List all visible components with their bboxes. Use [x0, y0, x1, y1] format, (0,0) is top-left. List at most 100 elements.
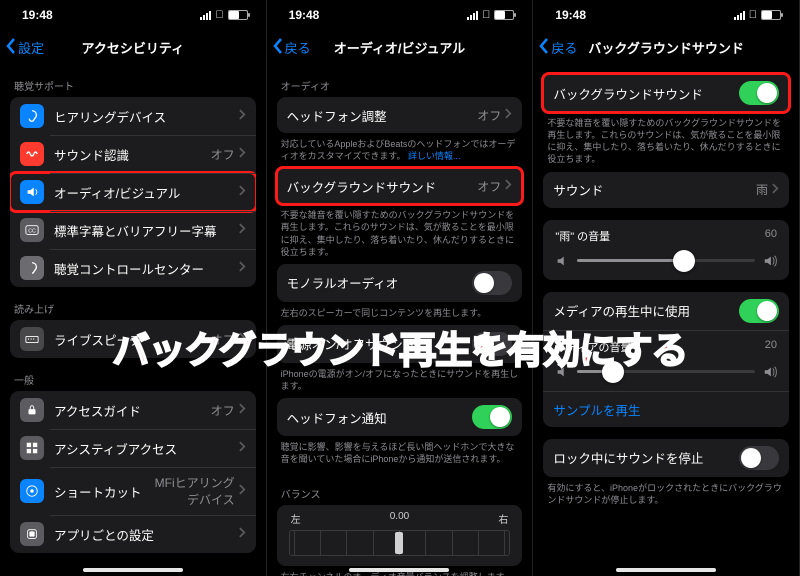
status-right: 􀙇 — [200, 9, 247, 21]
panel-audio-visual: 19:48 􀙇 戻る オーディオ/ビジュアル オーディオ ヘッドフォン調整 オフ… — [267, 0, 534, 576]
panel-background-sound: 19:48 􀙇 戻る バックグラウンドサウンド バックグラウンドサウンド 不要な… — [533, 0, 800, 576]
row-sample-play[interactable]: サンプルを再生 — [543, 391, 789, 427]
chevron-right-icon — [239, 145, 246, 163]
row-value: オフ — [211, 331, 235, 348]
volume-low-icon — [555, 365, 569, 379]
signal-icon — [200, 11, 211, 20]
home-indicator[interactable] — [616, 568, 716, 572]
back-button[interactable]: 戻る — [539, 38, 577, 57]
toggle-bgsound-master[interactable] — [739, 81, 779, 105]
ear-icon — [20, 104, 44, 128]
row-label: 聴覚コントロールセンター — [54, 259, 239, 278]
chevron-left-icon — [273, 38, 283, 57]
home-indicator[interactable] — [349, 568, 449, 572]
signal-icon — [734, 11, 745, 20]
back-label: 設定 — [18, 38, 44, 57]
row-label: ヒアリングデバイス — [54, 107, 239, 126]
row-label: アシスティブアクセス — [54, 439, 239, 458]
chevron-right-icon — [239, 525, 246, 543]
balance-left: 左 — [291, 511, 301, 526]
section-speech: 読み上げ — [0, 287, 266, 320]
chevron-right-icon — [239, 482, 246, 500]
balance-knob[interactable] — [395, 532, 403, 554]
status-time: 19:48 — [555, 8, 586, 22]
row-label: ロック中にサウンドを停止 — [553, 448, 739, 467]
row-media-use: メディアの再生中に使用 — [543, 292, 789, 330]
volume-slider[interactable] — [555, 254, 777, 268]
row-サウンド認識[interactable]: サウンド認識オフ — [10, 135, 256, 173]
toggle-media-use[interactable] — [739, 299, 779, 323]
row-アプリごとの設定[interactable]: アプリごとの設定 — [10, 515, 256, 553]
toggle-headphone-notify[interactable] — [472, 405, 512, 429]
footer-bgsound: 不要な雑音を覆い隠すためのバックグラウンドサウンドを再生します。これらのサウンド… — [267, 204, 533, 264]
chevron-right-icon — [239, 330, 246, 348]
row-bgsound-master: バックグラウンドサウンド — [543, 74, 789, 112]
toggle-power[interactable] — [472, 332, 512, 356]
back-label: 戻る — [551, 38, 577, 57]
section-balance: バランス — [267, 472, 533, 505]
toggle-stop-on-lock[interactable] — [739, 446, 779, 470]
status-bar: 19:48 􀙇 — [0, 0, 266, 30]
row-オーディオ/ビジュアル[interactable]: オーディオ/ビジュアル — [10, 173, 256, 211]
row-label: 電源オン/オフサウンド — [287, 334, 473, 353]
row-label: ヘッドフォン通知 — [287, 408, 473, 427]
status-bar: 19:48 􀙇 — [533, 0, 799, 30]
row-background-sound[interactable]: バックグラウンドサウンド オフ — [277, 168, 523, 204]
media-volume-slider[interactable] — [555, 365, 777, 379]
balance-slider[interactable] — [289, 530, 511, 556]
row-聴覚コントロールセンター[interactable]: 聴覚コントロールセンター — [10, 249, 256, 287]
row-標準字幕とバリアフリー字幕[interactable]: CC標準字幕とバリアフリー字幕 — [10, 211, 256, 249]
signal-icon — [467, 11, 478, 20]
home-indicator[interactable] — [83, 568, 183, 572]
row-value: オフ — [211, 146, 235, 163]
wave-icon — [20, 142, 44, 166]
footer-mono: 左右のスピーカーで同じコンテンツを再生します。 — [267, 302, 533, 325]
row-sound-select[interactable]: サウンド 雨 — [543, 172, 789, 208]
footer-power: iPhoneの電源がオン/オフになったときにサウンドを再生します。 — [267, 363, 533, 398]
media-volume-value: 20 — [765, 339, 777, 355]
row-value: オフ — [211, 402, 235, 419]
media-volume-label: メディアの音量 — [555, 339, 631, 355]
row-label: オーディオ/ビジュアル — [54, 183, 239, 202]
back-button[interactable]: 設定 — [6, 38, 44, 57]
chevron-right-icon — [239, 259, 246, 277]
row-アクセスガイド[interactable]: アクセスガイドオフ — [10, 391, 256, 429]
cc-icon: CC — [20, 218, 44, 242]
row-label: メディアの再生中に使用 — [553, 301, 739, 320]
more-info-link[interactable]: 詳しい情報... — [408, 151, 461, 161]
wifi-icon: 􀙇 — [482, 9, 490, 21]
section-general: 一般 — [0, 358, 266, 391]
footer-bgsound-master: 不要な雑音を覆い隠すためのバックグラウンドサウンドを再生します。これらのサウンド… — [533, 112, 799, 172]
battery-icon — [228, 10, 248, 20]
sample-play-link[interactable]: サンプルを再生 — [553, 400, 640, 419]
back-label: 戻る — [285, 38, 311, 57]
row-value: 雨 — [756, 181, 768, 198]
row-label: アプリごとの設定 — [54, 525, 239, 544]
row-ヒアリングデバイス[interactable]: ヒアリングデバイス — [10, 97, 256, 135]
footer-headphone: 対応しているAppleおよびBeatsのヘッドフォンではオーディオをカスタマイズ… — [267, 133, 533, 168]
balance-control[interactable]: 左 0.00 右 — [277, 505, 523, 566]
wifi-icon: 􀙇 — [215, 9, 223, 21]
row-label: ヘッドフォン調整 — [287, 106, 478, 125]
row-ショートカット[interactable]: ショートカットMFiヒアリング デバイス — [10, 467, 256, 515]
status-time: 19:48 — [22, 8, 53, 22]
battery-icon — [761, 10, 781, 20]
svg-text:CC: CC — [28, 229, 36, 235]
row-value: オフ — [477, 178, 501, 195]
keyb-icon — [20, 327, 44, 351]
media-volume-header: メディアの音量 20 — [543, 330, 789, 355]
volume-high-icon — [763, 365, 777, 379]
back-button[interactable]: 戻る — [273, 38, 311, 57]
row-headphone-adjust[interactable]: ヘッドフォン調整 オフ — [277, 97, 523, 133]
row-アシスティブアクセス[interactable]: アシスティブアクセス — [10, 429, 256, 467]
row-ライブスピーチ[interactable]: ライブスピーチオフ — [10, 320, 256, 358]
chevron-right-icon — [239, 107, 246, 125]
row-label: アクセスガイド — [54, 401, 211, 420]
lock-icon — [20, 398, 44, 422]
row-label: バックグラウンドサウンド — [553, 84, 739, 103]
status-bar: 19:48 􀙇 — [267, 0, 533, 30]
nav-header: 戻る バックグラウンドサウンド — [533, 30, 799, 64]
chevron-right-icon — [505, 106, 512, 124]
toggle-mono[interactable] — [472, 271, 512, 295]
chevron-right-icon — [239, 183, 246, 201]
